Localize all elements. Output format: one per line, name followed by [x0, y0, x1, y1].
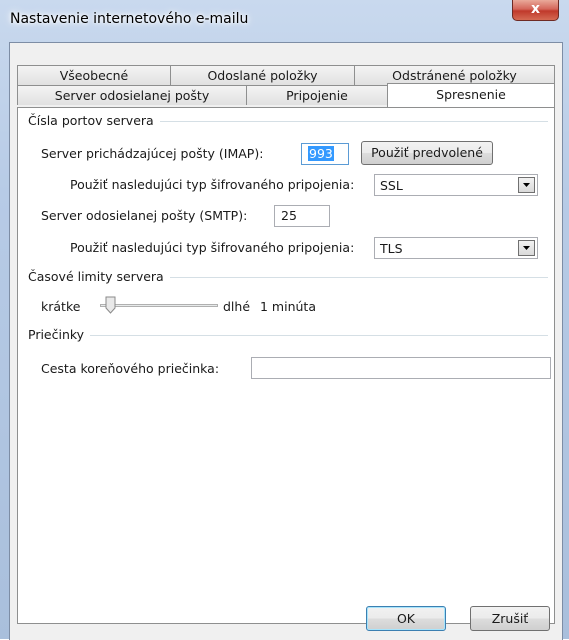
- incoming-port-input[interactable]: 993: [301, 143, 349, 165]
- use-default-button[interactable]: Použiť predvolené: [361, 141, 493, 165]
- chevron-down-icon[interactable]: [518, 177, 535, 193]
- tab-spresnenie[interactable]: Spresnenie: [387, 83, 555, 107]
- tab-vseobecne[interactable]: Všeobecné: [17, 65, 171, 85]
- title-bar[interactable]: Nastavenie internetového e-mailu x: [0, 0, 569, 42]
- timeout-short-label: krátke: [41, 299, 81, 314]
- timeouts-group-label: Časové limity servera: [28, 269, 170, 284]
- incoming-port-value: 993: [308, 146, 334, 161]
- ok-button[interactable]: OK: [366, 606, 446, 631]
- timeout-long-label: dlhé: [223, 299, 251, 314]
- incoming-port-label: Server prichádzajúcej pošty (IMAP):: [41, 146, 264, 161]
- timeout-value-label: 1 minúta: [260, 299, 316, 314]
- outgoing-encryption-label: Použiť nasledujúci typ šifrovaného pripo…: [70, 240, 355, 255]
- ports-group-label: Čísla portov servera: [28, 113, 160, 128]
- tab-panel-spresnenie: Čísla portov servera Server prichádzajúc…: [17, 107, 555, 624]
- close-button[interactable]: x: [512, 0, 559, 21]
- tab-pripojenie[interactable]: Pripojenie: [246, 85, 388, 105]
- timeout-slider-track[interactable]: [100, 304, 218, 307]
- cancel-button[interactable]: Zrušiť: [470, 606, 550, 631]
- chevron-down-icon[interactable]: [518, 240, 535, 256]
- dialog-window: Nastavenie internetového e-mailu x Všeob…: [0, 0, 569, 640]
- window-title: Nastavenie internetového e-mailu: [10, 11, 249, 27]
- folders-group-label: Priečinky: [28, 327, 91, 342]
- incoming-encryption-select[interactable]: SSL: [374, 174, 538, 196]
- timeout-slider-thumb[interactable]: [105, 296, 116, 314]
- outgoing-port-label: Server odosielanej pošty (SMTP):: [41, 208, 248, 223]
- group-divider: [28, 335, 548, 336]
- outgoing-encryption-select[interactable]: TLS: [374, 237, 538, 259]
- outgoing-encryption-value: TLS: [380, 241, 403, 256]
- root-folder-label: Cesta koreňového priečinka:: [41, 361, 220, 376]
- root-folder-input[interactable]: [251, 357, 551, 379]
- outgoing-port-value: 25: [281, 208, 297, 223]
- tab-server-odosielanej-posty[interactable]: Server odosielanej pošty: [17, 85, 247, 105]
- tab-odoslane-polozky[interactable]: Odoslané položky: [170, 65, 355, 85]
- dialog-client-area: Všeobecné Odoslané položky Odstránené po…: [9, 42, 563, 640]
- incoming-encryption-value: SSL: [380, 178, 403, 193]
- tab-odstranene-polozky[interactable]: Odstránené položky: [354, 65, 555, 85]
- outgoing-port-input[interactable]: 25: [274, 205, 330, 227]
- incoming-encryption-label: Použiť nasledujúci typ šifrovaného pripo…: [70, 177, 355, 192]
